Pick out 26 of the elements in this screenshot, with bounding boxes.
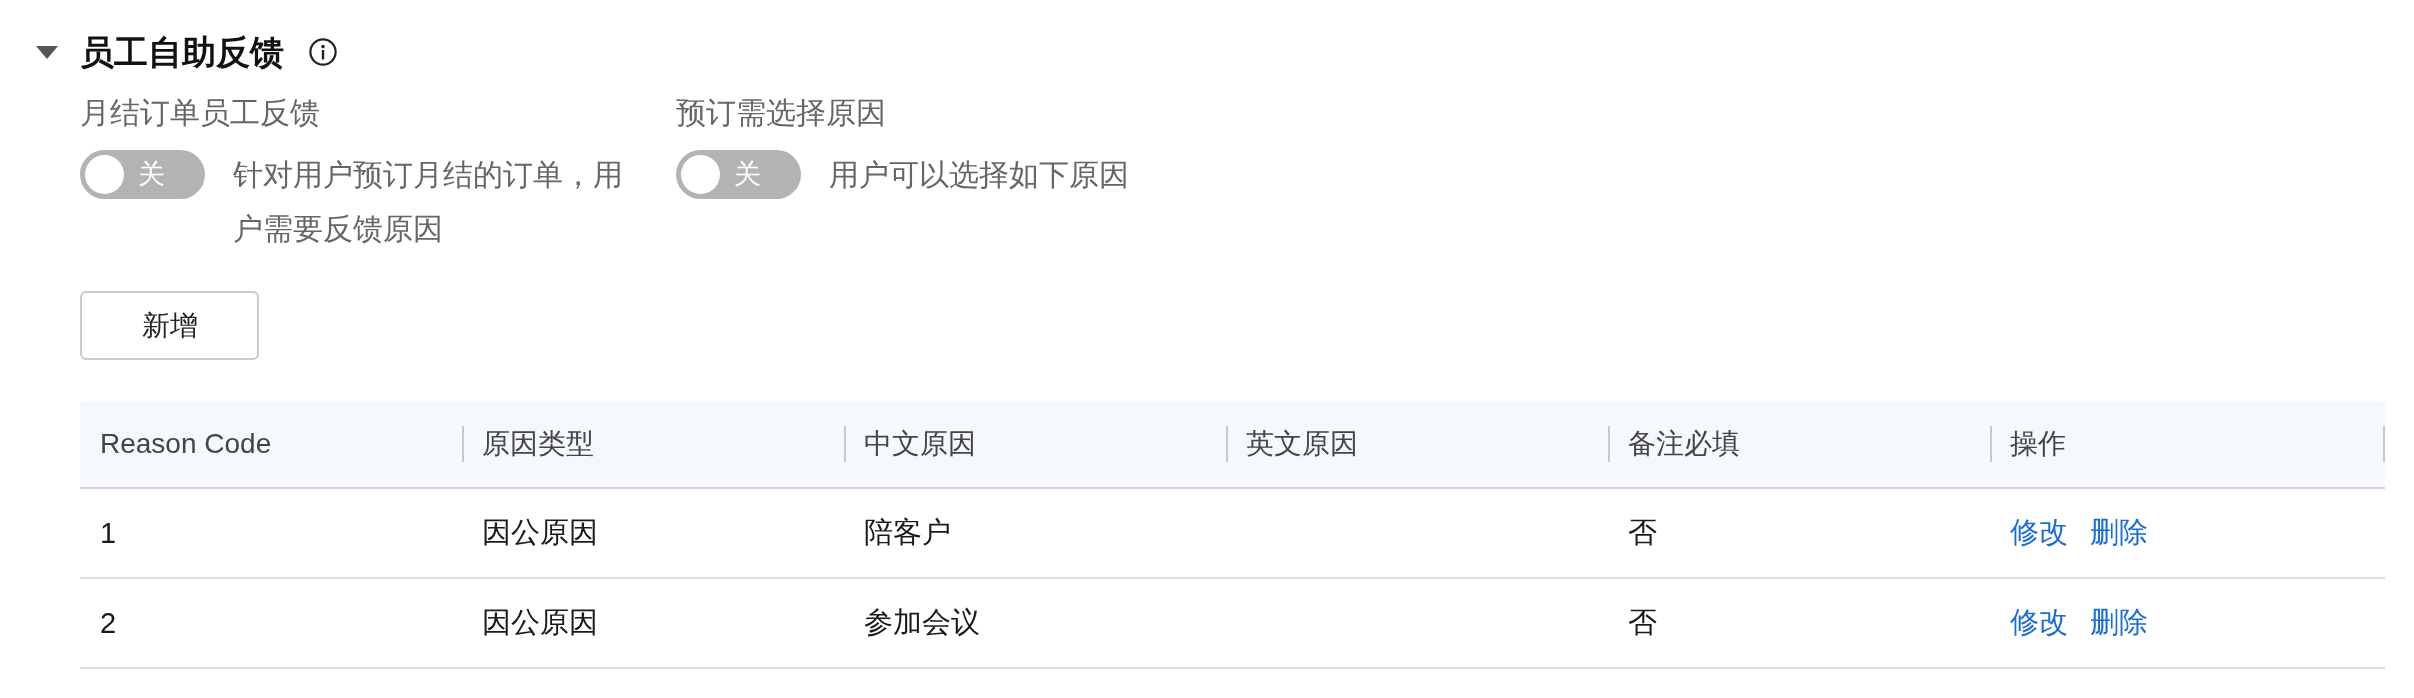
edit-link[interactable]: 修改 [2010,603,2068,643]
delete-link[interactable]: 删除 [2090,513,2148,553]
setting-label: 预订需选择原因 [676,95,887,131]
required-value: 否 [1628,605,1657,640]
info-icon[interactable] [309,38,337,66]
setting-description: 针对用户预订月结的订单，用户需要反馈原因 [233,157,624,247]
reason-code: 2 [100,606,117,640]
column-header: 英文原因 [1246,427,1358,461]
column-header: 备注必填 [1628,427,1740,461]
reason-text: 陪客户 [864,515,951,550]
add-button[interactable]: 新增 [80,291,259,360]
caret-icon[interactable] [36,45,58,59]
setting-label: 月结订单员工反馈 [80,95,321,131]
setting-description: 用户可以选择如下原因 [829,157,1129,193]
required-value: 否 [1628,515,1657,550]
reason-code: 1 [100,516,117,550]
delete-link[interactable]: 删除 [2090,603,2148,643]
reason-text: 参加会议 [864,605,980,640]
section-title: 员工自助反馈 [80,32,284,73]
reason-type: 因公原因 [482,515,598,550]
column-header: 原因类型 [482,427,594,461]
column-header: Reason Code [100,428,272,460]
column-header: 中文原因 [864,427,976,461]
column-header: 操作 [2010,427,2066,461]
edit-link[interactable]: 修改 [2010,513,2068,553]
reason-type: 因公原因 [482,605,598,640]
